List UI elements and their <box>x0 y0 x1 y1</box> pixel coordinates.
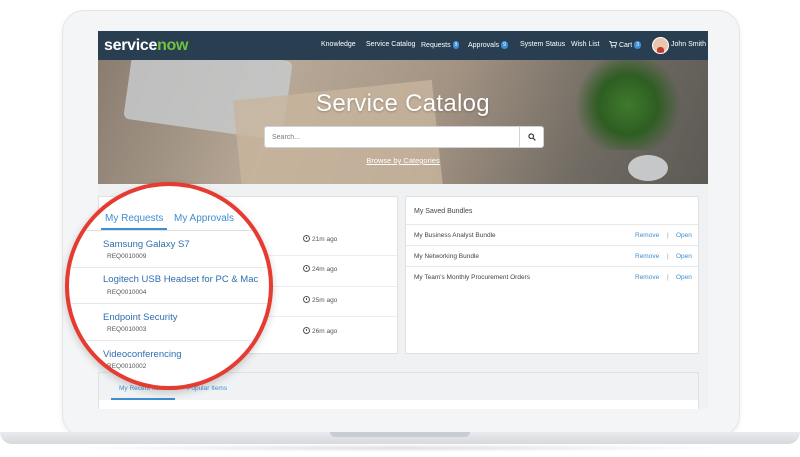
bundle-open-link[interactable]: Open <box>676 232 692 239</box>
tab-my-requests[interactable]: My Requests <box>105 213 163 224</box>
bundle-row: My Business Analyst Bundle Remove | Open <box>406 224 698 246</box>
bundle-separator: | <box>667 232 669 239</box>
nav-user-name[interactable]: John Smith <box>671 41 706 48</box>
bundle-open-link[interactable]: Open <box>676 253 692 260</box>
clock-icon <box>303 327 310 334</box>
nav-service-catalog[interactable]: Service Catalog <box>366 41 415 48</box>
row-divider <box>69 303 269 304</box>
requests-count-badge: 9 <box>452 41 460 49</box>
cart-icon <box>609 41 618 48</box>
request-time: 25m ago <box>303 296 337 304</box>
clock-icon <box>303 265 310 272</box>
nav-requests[interactable]: Requests 9 <box>421 41 460 49</box>
top-navbar: servicenow Knowledge Service Catalog Req… <box>98 31 708 60</box>
request-number: REQ0010003 <box>107 326 147 333</box>
bundle-remove-link[interactable]: Remove <box>635 274 659 281</box>
bundle-separator: | <box>667 253 669 260</box>
zoom-magnifier-callout: My Requests My Approvals Samsung Galaxy … <box>65 182 273 390</box>
tab-divider <box>69 230 269 231</box>
request-time: 24m ago <box>303 265 337 273</box>
bundle-name: My Business Analyst Bundle <box>414 232 496 239</box>
request-time: 21m ago <box>303 235 337 243</box>
bundle-row: My Networking Bundle Remove | Open <box>406 245 698 267</box>
nav-approvals-label: Approvals <box>468 42 500 49</box>
request-number: REQ0010004 <box>107 289 147 296</box>
request-time-label: 24m ago <box>312 266 338 273</box>
saved-bundles-title: My Saved Bundles <box>414 208 473 215</box>
request-title-link[interactable]: Videoconferencing <box>103 349 182 360</box>
bundle-open-link[interactable]: Open <box>676 274 692 281</box>
request-title-link[interactable]: Logitech USB Headset for PC & Mac <box>103 274 258 285</box>
laptop-shadow <box>60 444 740 452</box>
row-divider <box>69 340 269 341</box>
nav-knowledge[interactable]: Knowledge <box>321 41 356 48</box>
request-time-label: 21m ago <box>312 236 338 243</box>
bundle-separator: | <box>667 274 669 281</box>
hero-banner: Service Catalog Browse by Categories <box>98 60 708 184</box>
nav-approvals[interactable]: Approvals 9 <box>468 41 508 49</box>
bundle-name: My Team's Monthly Procurement Orders <box>414 274 530 281</box>
request-number: REQ0010002 <box>107 363 147 370</box>
bundle-remove-link[interactable]: Remove <box>635 232 659 239</box>
bundle-remove-link[interactable]: Remove <box>635 253 659 260</box>
search-box <box>264 126 544 148</box>
nav-cart-label: Cart <box>618 42 633 49</box>
row-divider <box>69 267 269 268</box>
bundle-row: My Team's Monthly Procurement Orders Rem… <box>406 266 698 288</box>
request-time: 26m ago <box>303 327 337 335</box>
user-avatar[interactable] <box>652 37 669 54</box>
bundle-name: My Networking Bundle <box>414 253 480 260</box>
search-input[interactable] <box>265 127 513 147</box>
clock-icon <box>303 235 310 242</box>
nav-system-status[interactable]: System Status <box>520 41 565 48</box>
nav-cart[interactable]: Cart 3 <box>609 41 641 49</box>
request-title-link[interactable]: Endpoint Security <box>103 312 177 323</box>
browse-by-categories-link[interactable]: Browse by Categories <box>98 156 708 165</box>
clock-icon <box>303 296 310 303</box>
laptop-notch <box>330 432 470 437</box>
approvals-count-badge: 9 <box>501 41 508 49</box>
request-title-link[interactable]: Samsung Galaxy S7 <box>103 239 190 250</box>
request-time-label: 26m ago <box>312 328 338 335</box>
saved-bundles-panel: My Saved Bundles My Business Analyst Bun… <box>405 196 699 354</box>
nav-requests-label: Requests <box>421 42 451 49</box>
nav-wish-list[interactable]: Wish List <box>571 41 599 48</box>
servicenow-logo[interactable]: servicenow <box>104 37 188 55</box>
tab-my-approvals[interactable]: My Approvals <box>174 213 234 224</box>
cart-count-badge: 3 <box>634 41 641 49</box>
request-number: REQ0010009 <box>107 253 147 260</box>
search-icon <box>528 133 536 141</box>
search-button[interactable] <box>519 127 544 147</box>
active-tab-indicator <box>111 398 175 400</box>
page-title: Service Catalog <box>316 90 490 117</box>
request-time-label: 25m ago <box>312 297 338 304</box>
